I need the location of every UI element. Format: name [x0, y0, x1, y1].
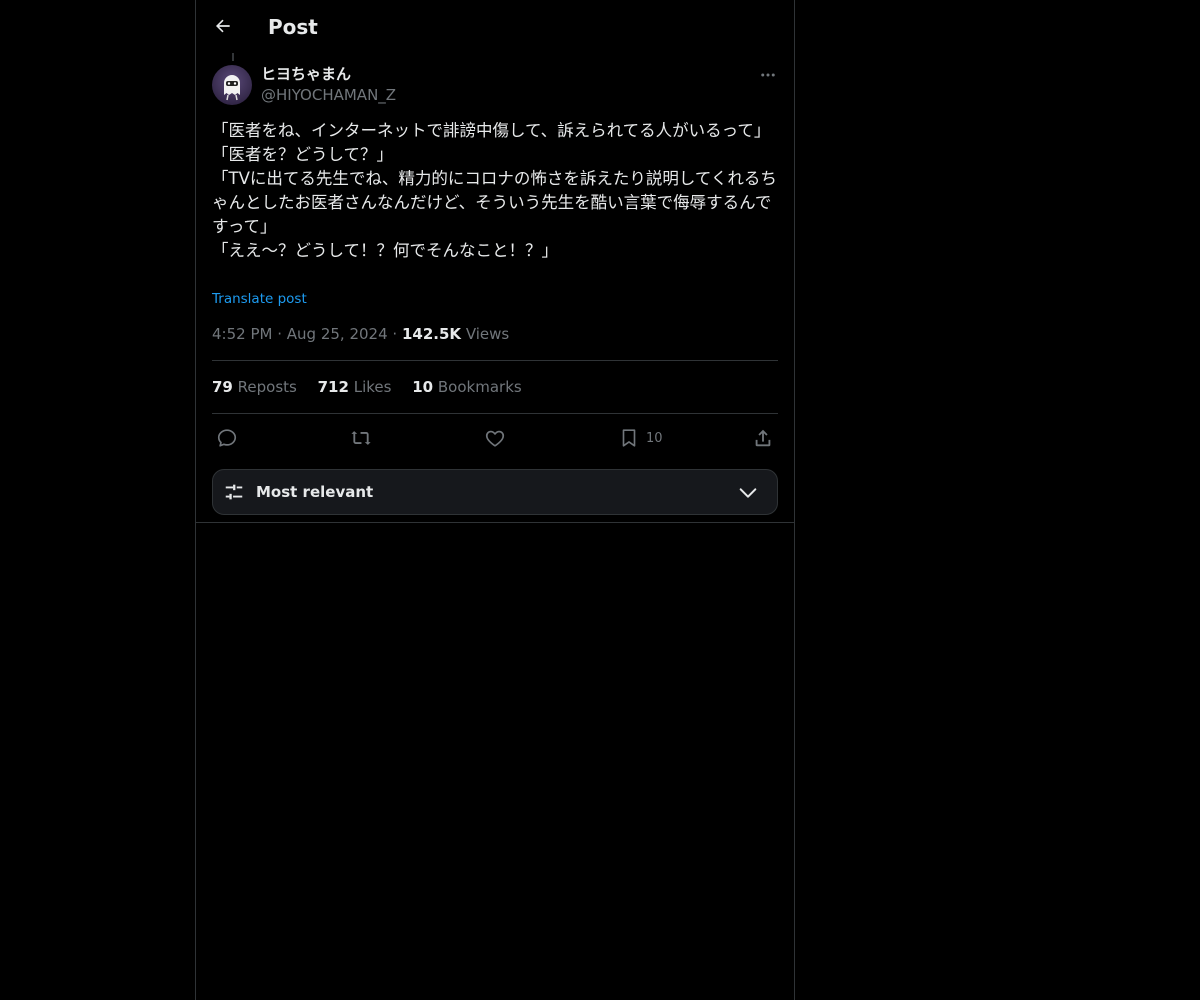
- page-header: Post: [196, 0, 794, 53]
- back-button[interactable]: [208, 11, 238, 41]
- engagement-stats: 79 Reposts 712 Likes 10 Bookmarks: [212, 377, 538, 397]
- views-label: Views: [465, 325, 510, 343]
- post-metadata: 4:52 PM · Aug 25, 2024 · 142.5K Views: [212, 324, 509, 344]
- post-time[interactable]: 4:52 PM: [212, 325, 272, 343]
- ghost-avatar-icon: [212, 65, 252, 105]
- likes-count: 712: [317, 378, 349, 396]
- main-column: Post ヒヨちゃまん @HIYOCHAMAN_Z 「医者をね、インターネットで…: [195, 0, 795, 1000]
- reply-icon: [217, 429, 237, 447]
- thread-connector-line: [232, 53, 234, 61]
- likes-stat[interactable]: 712 Likes: [318, 377, 392, 397]
- post-text-line: 「ええ〜？どうして！？何でそんなこと！？」: [212, 241, 559, 260]
- bookmarks-count: 10: [412, 378, 434, 396]
- translate-post-link[interactable]: Translate post: [212, 290, 307, 308]
- more-horizontal-icon: [761, 73, 775, 77]
- bookmark-icon: [622, 429, 636, 447]
- chevron-down-icon: [739, 488, 757, 498]
- repost-button[interactable]: [350, 424, 372, 452]
- author-handle[interactable]: @HIYOCHAMAN_Z: [261, 85, 396, 105]
- divider: [212, 413, 778, 414]
- avatar[interactable]: [212, 65, 252, 105]
- meta-separator: ·: [277, 325, 287, 343]
- heart-icon: [485, 430, 505, 447]
- share-button[interactable]: [752, 424, 774, 452]
- like-button[interactable]: [484, 424, 506, 452]
- arrow-left-icon: [216, 19, 230, 33]
- reposts-count: 79: [212, 378, 233, 396]
- bookmark-count: 10: [646, 430, 663, 446]
- bookmarks-stat[interactable]: 10 Bookmarks: [412, 377, 521, 397]
- share-icon: [755, 429, 771, 447]
- post-date[interactable]: Aug 25, 2024: [287, 325, 388, 343]
- author-display-name[interactable]: ヒヨちゃまん: [261, 64, 351, 84]
- meta-separator: ·: [392, 325, 402, 343]
- more-options-button[interactable]: [756, 64, 780, 86]
- sort-label: Most relevant: [256, 483, 374, 501]
- post-text-line: 「医者を？どうして？」: [212, 145, 394, 164]
- bookmark-button[interactable]: 10: [618, 424, 663, 452]
- page-title: Post: [268, 15, 318, 39]
- reply-sort-dropdown[interactable]: Most relevant: [212, 469, 778, 515]
- post-text-line: 「医者をね、インターネットで誹謗中傷して、訴えられてる人がいるって」: [212, 121, 771, 140]
- repost-icon: [351, 431, 371, 445]
- reposts-stat[interactable]: 79 Reposts: [212, 377, 297, 397]
- views-count: 142.5K: [401, 325, 462, 343]
- post-text-line: 「TVに出てる先生でね、精力的にコロナの怖さを訴えたり説明してくれるちゃんとした…: [212, 169, 777, 236]
- bookmarks-label: Bookmarks: [437, 378, 522, 396]
- divider: [196, 522, 794, 523]
- reposts-label: Reposts: [237, 378, 297, 396]
- likes-label: Likes: [353, 378, 392, 396]
- post-text: 「医者をね、インターネットで誹謗中傷して、訴えられてる人がいるって」 「医者を？…: [212, 119, 778, 263]
- sliders-icon: [225, 484, 243, 500]
- divider: [212, 360, 778, 361]
- reply-button[interactable]: [216, 424, 238, 452]
